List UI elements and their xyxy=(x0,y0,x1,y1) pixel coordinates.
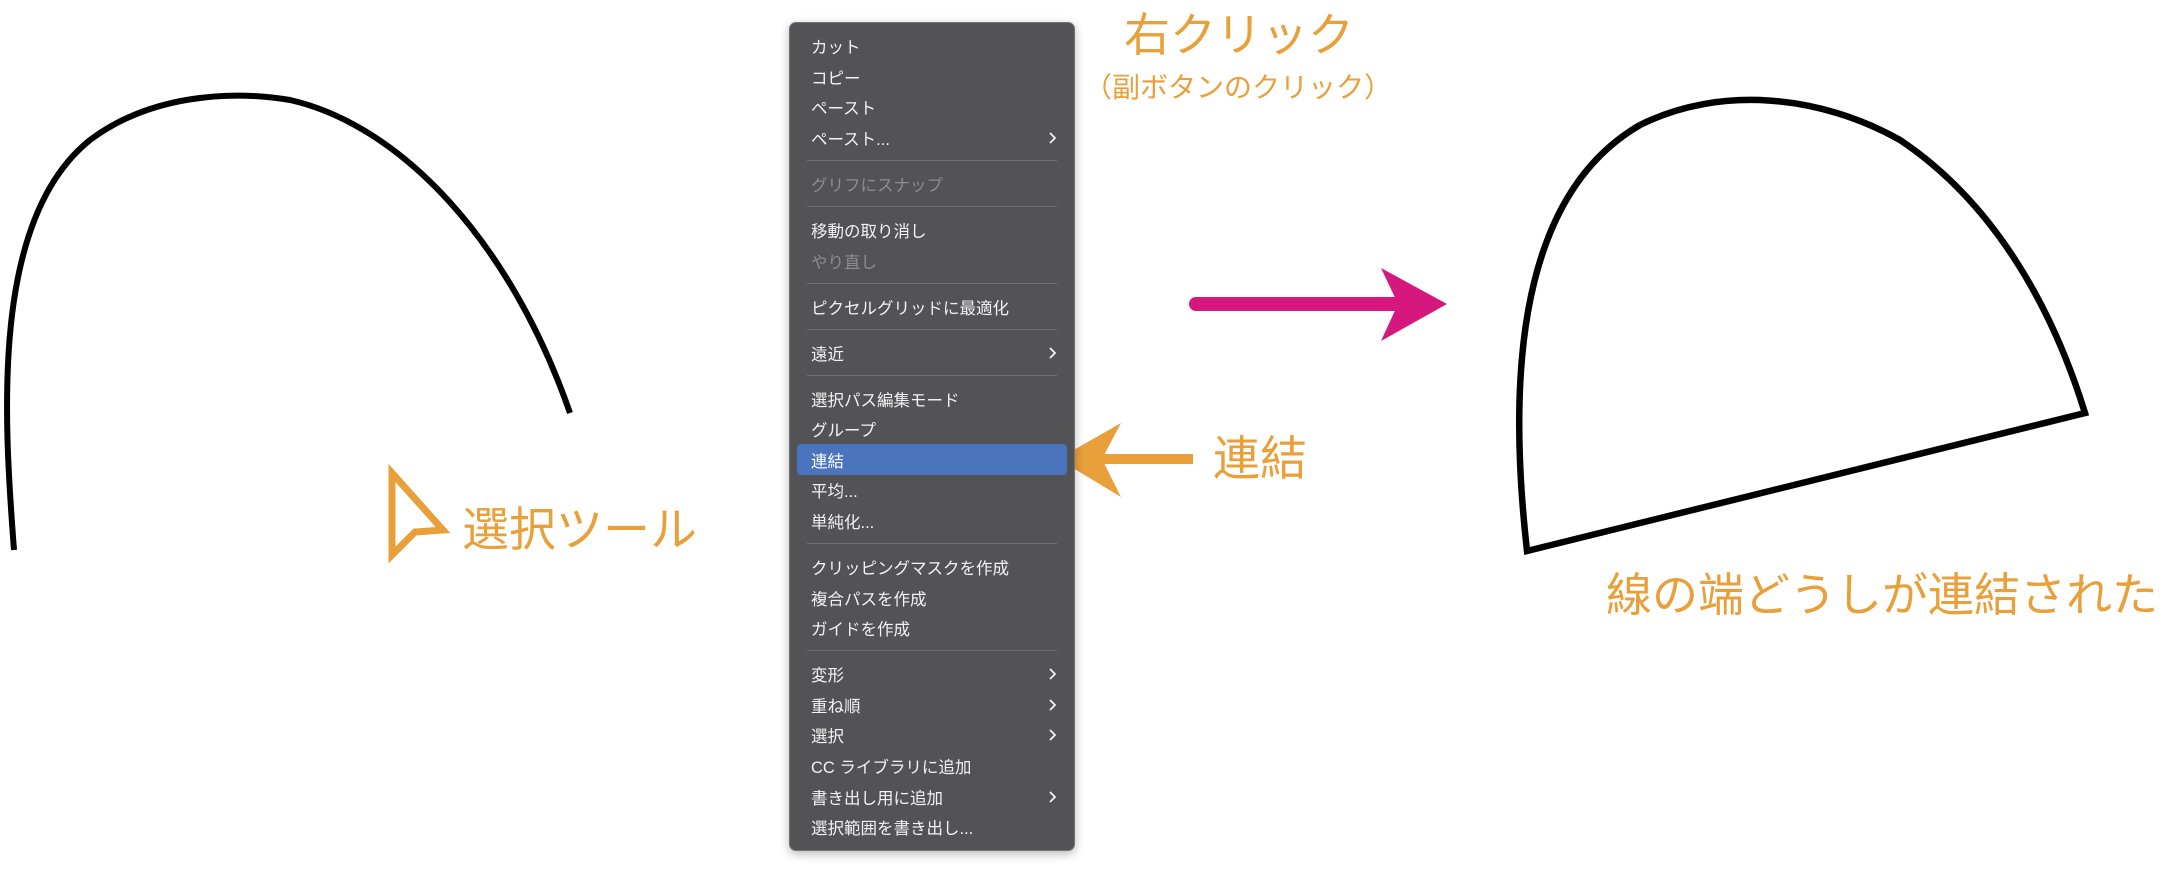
menu-item-label: ペースト... xyxy=(811,131,890,150)
menu-item-transform[interactable]: 変形 xyxy=(797,659,1067,690)
menu-item-simplify[interactable]: 単純化... xyxy=(797,506,1067,537)
menu-item-arrange[interactable]: 重ね順 xyxy=(797,689,1067,720)
menu-item-label: 変形 xyxy=(811,667,844,686)
menu-item-label: 重ね順 xyxy=(811,697,861,716)
menu-separator xyxy=(790,199,1074,214)
menu-separator xyxy=(790,153,1074,168)
menu-item-label: 単純化... xyxy=(811,513,875,532)
right-click-title: 右クリック xyxy=(1124,9,1354,61)
menu-item-perspective[interactable]: 遠近 xyxy=(797,337,1067,368)
menu-item-label: 選択範囲を書き出し... xyxy=(811,820,974,839)
menu-item-label: ピクセルグリッドに最適化 xyxy=(811,299,1009,318)
menu-item-label: ガイドを作成 xyxy=(811,621,910,640)
menu-item-label: 書き出し用に追加 xyxy=(811,789,943,808)
menu-separator xyxy=(790,536,1074,551)
arrow-left-icon xyxy=(1058,423,1193,497)
selection-tool-arrow-icon xyxy=(388,463,451,564)
menu-item-label: コピー xyxy=(811,69,861,88)
menu-item-label: やり直し xyxy=(811,253,877,272)
menu-item-cut[interactable]: カット xyxy=(797,31,1067,62)
menu-item-label: グループ xyxy=(811,422,877,441)
chevron-right-icon xyxy=(1049,132,1057,144)
menu-item-label: カット xyxy=(811,39,861,58)
menu-item-export-selection[interactable]: 選択範囲を書き出し... xyxy=(797,812,1067,843)
menu-item-paste-special[interactable]: ペースト... xyxy=(797,123,1067,154)
chevron-right-icon xyxy=(1049,699,1057,711)
menu-item-undo-move[interactable]: 移動の取り消し xyxy=(797,215,1067,246)
join-label: 連結 xyxy=(1213,432,1307,485)
chevron-right-icon xyxy=(1049,346,1057,359)
arrow-right-icon xyxy=(1189,268,1447,341)
selection-tool-label: 選択ツール xyxy=(462,503,697,556)
menu-separator xyxy=(790,368,1074,383)
menu-item-align-to-pixel-grid[interactable]: ピクセルグリッドに最適化 xyxy=(797,291,1067,322)
menu-item-select[interactable]: 選択 xyxy=(797,720,1067,751)
menu-item-make-clipping-mask[interactable]: クリッピングマスクを作成 xyxy=(797,552,1067,583)
context-menu: カット コピー ペースト ペースト... グリフにスナップ 移動の取り消し やり… xyxy=(789,22,1075,852)
menu-item-average[interactable]: 平均... xyxy=(797,475,1067,506)
menu-item-paste[interactable]: ペースト xyxy=(797,92,1067,123)
menu-item-label: 連結 xyxy=(811,452,844,471)
menu-separator xyxy=(790,643,1074,658)
menu-item-make-guides[interactable]: ガイドを作成 xyxy=(797,613,1067,644)
menu-item-label: CC ライブラリに追加 xyxy=(811,758,972,777)
menu-item-collect-for-export[interactable]: 書き出し用に追加 xyxy=(797,781,1067,812)
result-label: 線の端どうしが連結された xyxy=(1606,569,2158,621)
open-path-before[interactable] xyxy=(4,92,573,551)
menu-item-make-compound-path[interactable]: 複合パスを作成 xyxy=(797,582,1067,613)
menu-item-add-to-cc-library[interactable]: CC ライブラリに追加 xyxy=(797,751,1067,782)
menu-item-label: グリフにスナップ xyxy=(811,177,943,196)
menu-item-snap-to-glyph: グリフにスナップ xyxy=(797,169,1067,200)
menu-item-label: 平均... xyxy=(811,483,858,502)
menu-item-copy[interactable]: コピー xyxy=(797,62,1067,93)
menu-item-label: 移動の取り消し xyxy=(811,223,927,242)
menu-item-label: クリッピングマスクを作成 xyxy=(811,559,1009,578)
right-click-subtitle: （副ボタンのクリック） xyxy=(1084,72,1393,103)
chevron-right-icon xyxy=(1049,729,1057,741)
menu-item-group[interactable]: グループ xyxy=(797,414,1067,445)
menu-separator xyxy=(790,322,1074,337)
menu-item-label: 複合パスを作成 xyxy=(811,590,927,609)
menu-item-label: 選択パス編集モード xyxy=(811,391,960,410)
artboard-canvas xyxy=(4,92,2090,564)
menu-separator xyxy=(790,276,1074,291)
menu-item-label: 遠近 xyxy=(811,345,844,364)
menu-item-redo: やり直し xyxy=(797,245,1067,276)
menu-item-isolate-selected-path[interactable]: 選択パス編集モード xyxy=(797,383,1067,414)
menu-item-label: 選択 xyxy=(811,728,844,747)
chevron-right-icon xyxy=(1049,668,1057,680)
menu-item-join[interactable]: 連結 xyxy=(797,444,1067,476)
menu-item-label: ペースト xyxy=(811,100,877,119)
closed-path-after[interactable] xyxy=(1515,96,2090,556)
chevron-right-icon xyxy=(1049,790,1057,803)
